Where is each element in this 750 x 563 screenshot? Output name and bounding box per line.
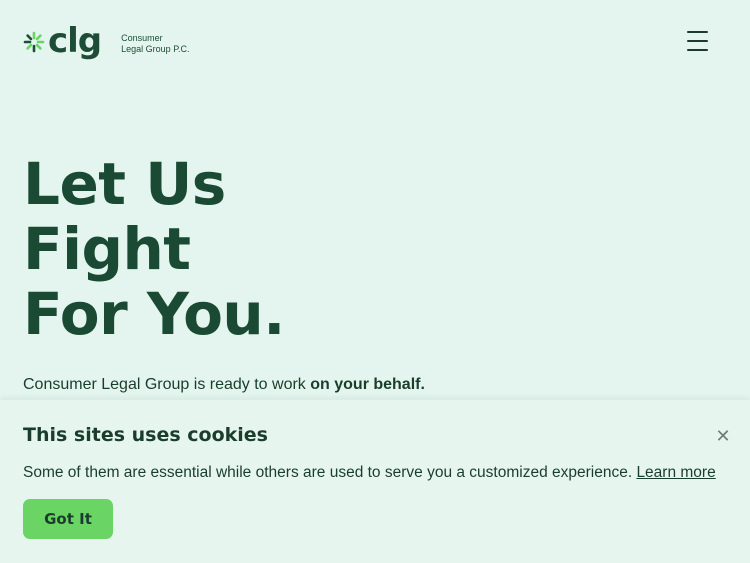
hero-title: Let Us Fight For You.	[23, 152, 285, 347]
logo-name-line1: Consumer	[121, 33, 163, 43]
hero-title-line3: For You.	[23, 280, 285, 348]
sunburst-icon	[23, 31, 45, 53]
hero-title-line1: Let Us	[23, 150, 226, 218]
hero-subtitle-text: Consumer Legal Group is ready to work	[23, 376, 311, 393]
logo-name-line2: Legal Group P.C.	[121, 44, 190, 54]
cookie-message-text: Some of them are essential while others …	[23, 464, 637, 481]
hero-title-line2: Fight	[23, 215, 191, 283]
cookie-banner: This sites uses cookies ✕ Some of them a…	[0, 400, 750, 563]
close-icon[interactable]: ✕	[714, 428, 732, 446]
logo-company-name: Consumer Legal Group P.C.	[121, 33, 189, 55]
hero-subtitle: Consumer Legal Group is ready to work on…	[23, 376, 425, 394]
site-header: clg Consumer Legal Group P.C.	[0, 0, 750, 84]
hero-subtitle-emphasis: on your behalf.	[310, 376, 425, 393]
logo[interactable]: clg Consumer Legal Group P.C.	[23, 21, 190, 61]
hamburger-menu-icon[interactable]	[687, 31, 710, 51]
got-it-button[interactable]: Got It	[23, 499, 113, 539]
cookie-banner-title: This sites uses cookies	[23, 424, 268, 446]
menu-bar	[687, 40, 708, 42]
learn-more-link[interactable]: Learn more	[636, 464, 715, 481]
menu-bar	[687, 31, 708, 33]
menu-bar	[687, 49, 708, 51]
logo-wordmark: clg	[48, 21, 102, 61]
cookie-banner-message: Some of them are essential while others …	[23, 464, 723, 482]
page: clg Consumer Legal Group P.C. Let Us Fig…	[0, 0, 750, 563]
